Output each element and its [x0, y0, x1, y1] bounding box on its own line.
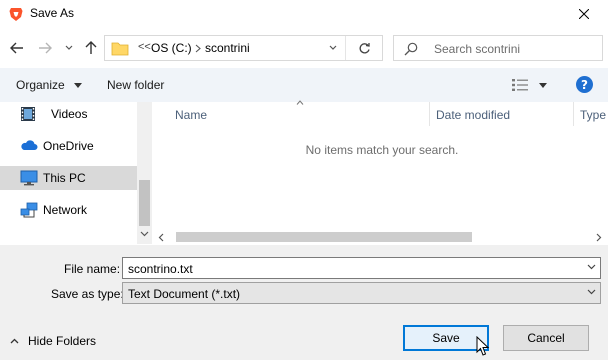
address-bar[interactable]: << OS (C:) scontrini [104, 35, 383, 61]
filename-field[interactable]: scontrino.txt [122, 257, 601, 279]
empty-folder-message: No items match your search. [305, 143, 459, 157]
cancel-button[interactable]: Cancel [503, 325, 589, 351]
forward-button[interactable] [34, 38, 56, 58]
scroll-left-icon[interactable] [158, 233, 164, 242]
sidebar-item-label: Network [43, 203, 88, 217]
save-form-panel: File name: scontrino.txt Save as type: T… [0, 245, 608, 360]
refresh-button[interactable] [346, 36, 382, 60]
filename-label: File name: [64, 262, 121, 276]
column-header-date-modified[interactable]: Date modified [436, 108, 510, 122]
address-segment-folder[interactable]: scontrini [205, 41, 250, 55]
filetype-label: Save as type: [51, 287, 124, 301]
arrow-left-icon [10, 42, 24, 54]
refresh-icon [358, 42, 371, 55]
scroll-down-icon[interactable] [140, 231, 149, 237]
column-header-type[interactable]: Type [580, 108, 606, 122]
search-placeholder: Search scontrini [434, 42, 521, 56]
arrow-up-icon [85, 41, 97, 55]
column-divider[interactable] [429, 102, 430, 126]
close-button[interactable] [560, 0, 608, 28]
scrollbar-thumb[interactable] [176, 232, 472, 242]
network-icon [20, 202, 38, 218]
mouse-cursor-icon [476, 336, 490, 357]
command-bar: Organize New folder ? [0, 68, 608, 102]
sidebar-item-label: This PC [43, 171, 86, 185]
recent-locations-button[interactable] [62, 40, 76, 56]
sidebar-item-videos[interactable]: Videos [0, 102, 137, 126]
film-icon [20, 106, 36, 122]
new-folder-button[interactable]: New folder [107, 78, 164, 92]
sidebar-item-label: OneDrive [43, 139, 94, 153]
window-title: Save As [30, 6, 75, 20]
sidebar-item-network[interactable]: Network [0, 198, 137, 222]
hide-folders-label: Hide Folders [28, 334, 97, 348]
search-input[interactable]: Search scontrini [393, 35, 603, 61]
sidebar-item-onedrive[interactable]: OneDrive [0, 134, 137, 158]
arrow-right-icon [38, 42, 52, 54]
hide-folders-toggle[interactable]: Hide Folders [10, 333, 96, 349]
scroll-right-icon[interactable] [596, 233, 602, 242]
folder-icon [111, 41, 129, 56]
navigation-pane: Videos OneDrive This PC Network [0, 102, 152, 244]
chevron-down-icon [65, 45, 73, 51]
title-bar: Save As [0, 0, 608, 28]
close-icon [579, 9, 589, 19]
chevron-down-icon [329, 45, 337, 51]
filename-value: scontrino.txt [128, 262, 193, 276]
chevron-right-icon[interactable] [195, 44, 201, 53]
back-button[interactable] [6, 38, 28, 58]
cloud-icon [20, 138, 38, 152]
up-button[interactable] [82, 38, 100, 58]
chevron-down-icon[interactable] [587, 264, 596, 270]
organize-menu[interactable]: Organize [16, 78, 83, 92]
sort-ascending-icon [296, 100, 304, 105]
caret-down-icon [74, 83, 83, 89]
svg-text:?: ? [581, 78, 588, 92]
view-details-icon[interactable] [512, 79, 528, 91]
file-list-scrollbar[interactable] [152, 229, 608, 245]
chevron-up-icon [10, 338, 19, 344]
sidebar-item-label: Videos [51, 107, 88, 121]
help-icon[interactable]: ? [576, 76, 593, 93]
address-dropdown-button[interactable] [323, 36, 343, 60]
chevron-down-icon [587, 289, 596, 295]
filetype-value: Text Document (*.txt) [128, 287, 241, 301]
view-options-caret-icon[interactable] [539, 83, 547, 88]
brave-lion-icon [8, 6, 24, 22]
navigation-scrollbar[interactable] [137, 102, 152, 244]
address-segment-drive[interactable]: OS (C:) [151, 41, 192, 55]
column-header-name[interactable]: Name [175, 108, 207, 122]
column-divider[interactable] [573, 102, 574, 126]
scrollbar-thumb[interactable] [139, 180, 150, 226]
search-icon [404, 42, 418, 56]
monitor-icon [20, 170, 38, 186]
filetype-select[interactable]: Text Document (*.txt) [122, 282, 601, 304]
address-overflow[interactable]: << [138, 41, 151, 53]
sidebar-item-this-pc[interactable]: This PC [0, 166, 137, 190]
